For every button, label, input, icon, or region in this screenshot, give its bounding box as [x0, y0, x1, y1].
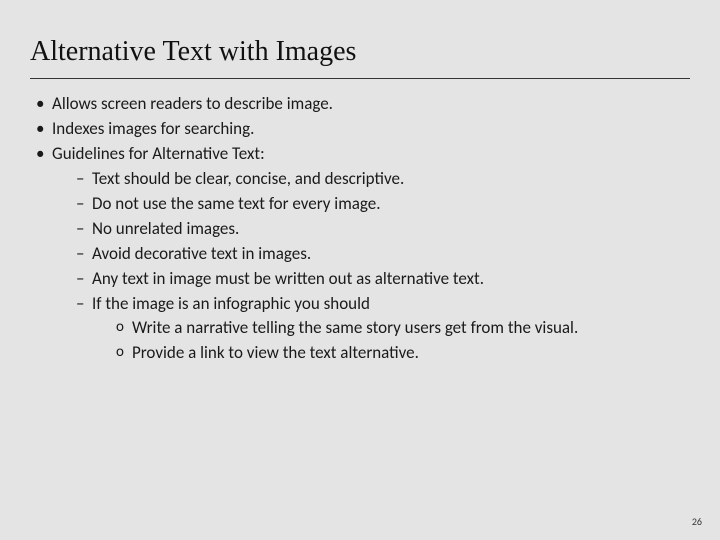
bullet-list-level3: Write a narrative telling the same story…	[92, 317, 690, 365]
bullet-text: If the image is an infographic you shoul…	[92, 293, 370, 314]
bullet-text: Allows screen readers to describe image.	[52, 93, 333, 114]
slide-title: Alternative Text with Images	[30, 36, 690, 68]
list-item: Avoid decorative text in images.	[76, 243, 690, 266]
slide: Alternative Text with Images Allows scre…	[0, 0, 720, 540]
list-item: Allows screen readers to describe image.	[36, 93, 690, 116]
bullet-list-level1: Allows screen readers to describe image.…	[30, 93, 690, 365]
list-item: Provide a link to view the text alternat…	[116, 342, 690, 365]
page-number: 26	[692, 515, 702, 528]
bullet-text: Indexes images for searching.	[52, 118, 254, 139]
list-item: Any text in image must be written out as…	[76, 268, 690, 291]
title-area: Alternative Text with Images	[0, 0, 720, 74]
list-item: If the image is an infographic you shoul…	[76, 293, 690, 366]
bullet-list-level2: Text should be clear, concise, and descr…	[52, 168, 690, 366]
list-item: Indexes images for searching.	[36, 118, 690, 141]
slide-body: Allows screen readers to describe image.…	[0, 79, 720, 365]
bullet-text: Text should be clear, concise, and descr…	[92, 168, 404, 189]
bullet-text: Guidelines for Alternative Text:	[52, 143, 265, 164]
bullet-text: Do not use the same text for every image…	[92, 193, 381, 214]
bullet-text: Write a narrative telling the same story…	[132, 317, 578, 338]
list-item: Text should be clear, concise, and descr…	[76, 168, 690, 191]
bullet-text: Provide a link to view the text alternat…	[132, 342, 419, 363]
list-item: No unrelated images.	[76, 218, 690, 241]
bullet-text: Any text in image must be written out as…	[92, 268, 484, 289]
list-item: Do not use the same text for every image…	[76, 193, 690, 216]
bullet-text: No unrelated images.	[92, 218, 239, 239]
list-item: Guidelines for Alternative Text: Text sh…	[36, 143, 690, 365]
bullet-text: Avoid decorative text in images.	[92, 243, 311, 264]
list-item: Write a narrative telling the same story…	[116, 317, 690, 340]
